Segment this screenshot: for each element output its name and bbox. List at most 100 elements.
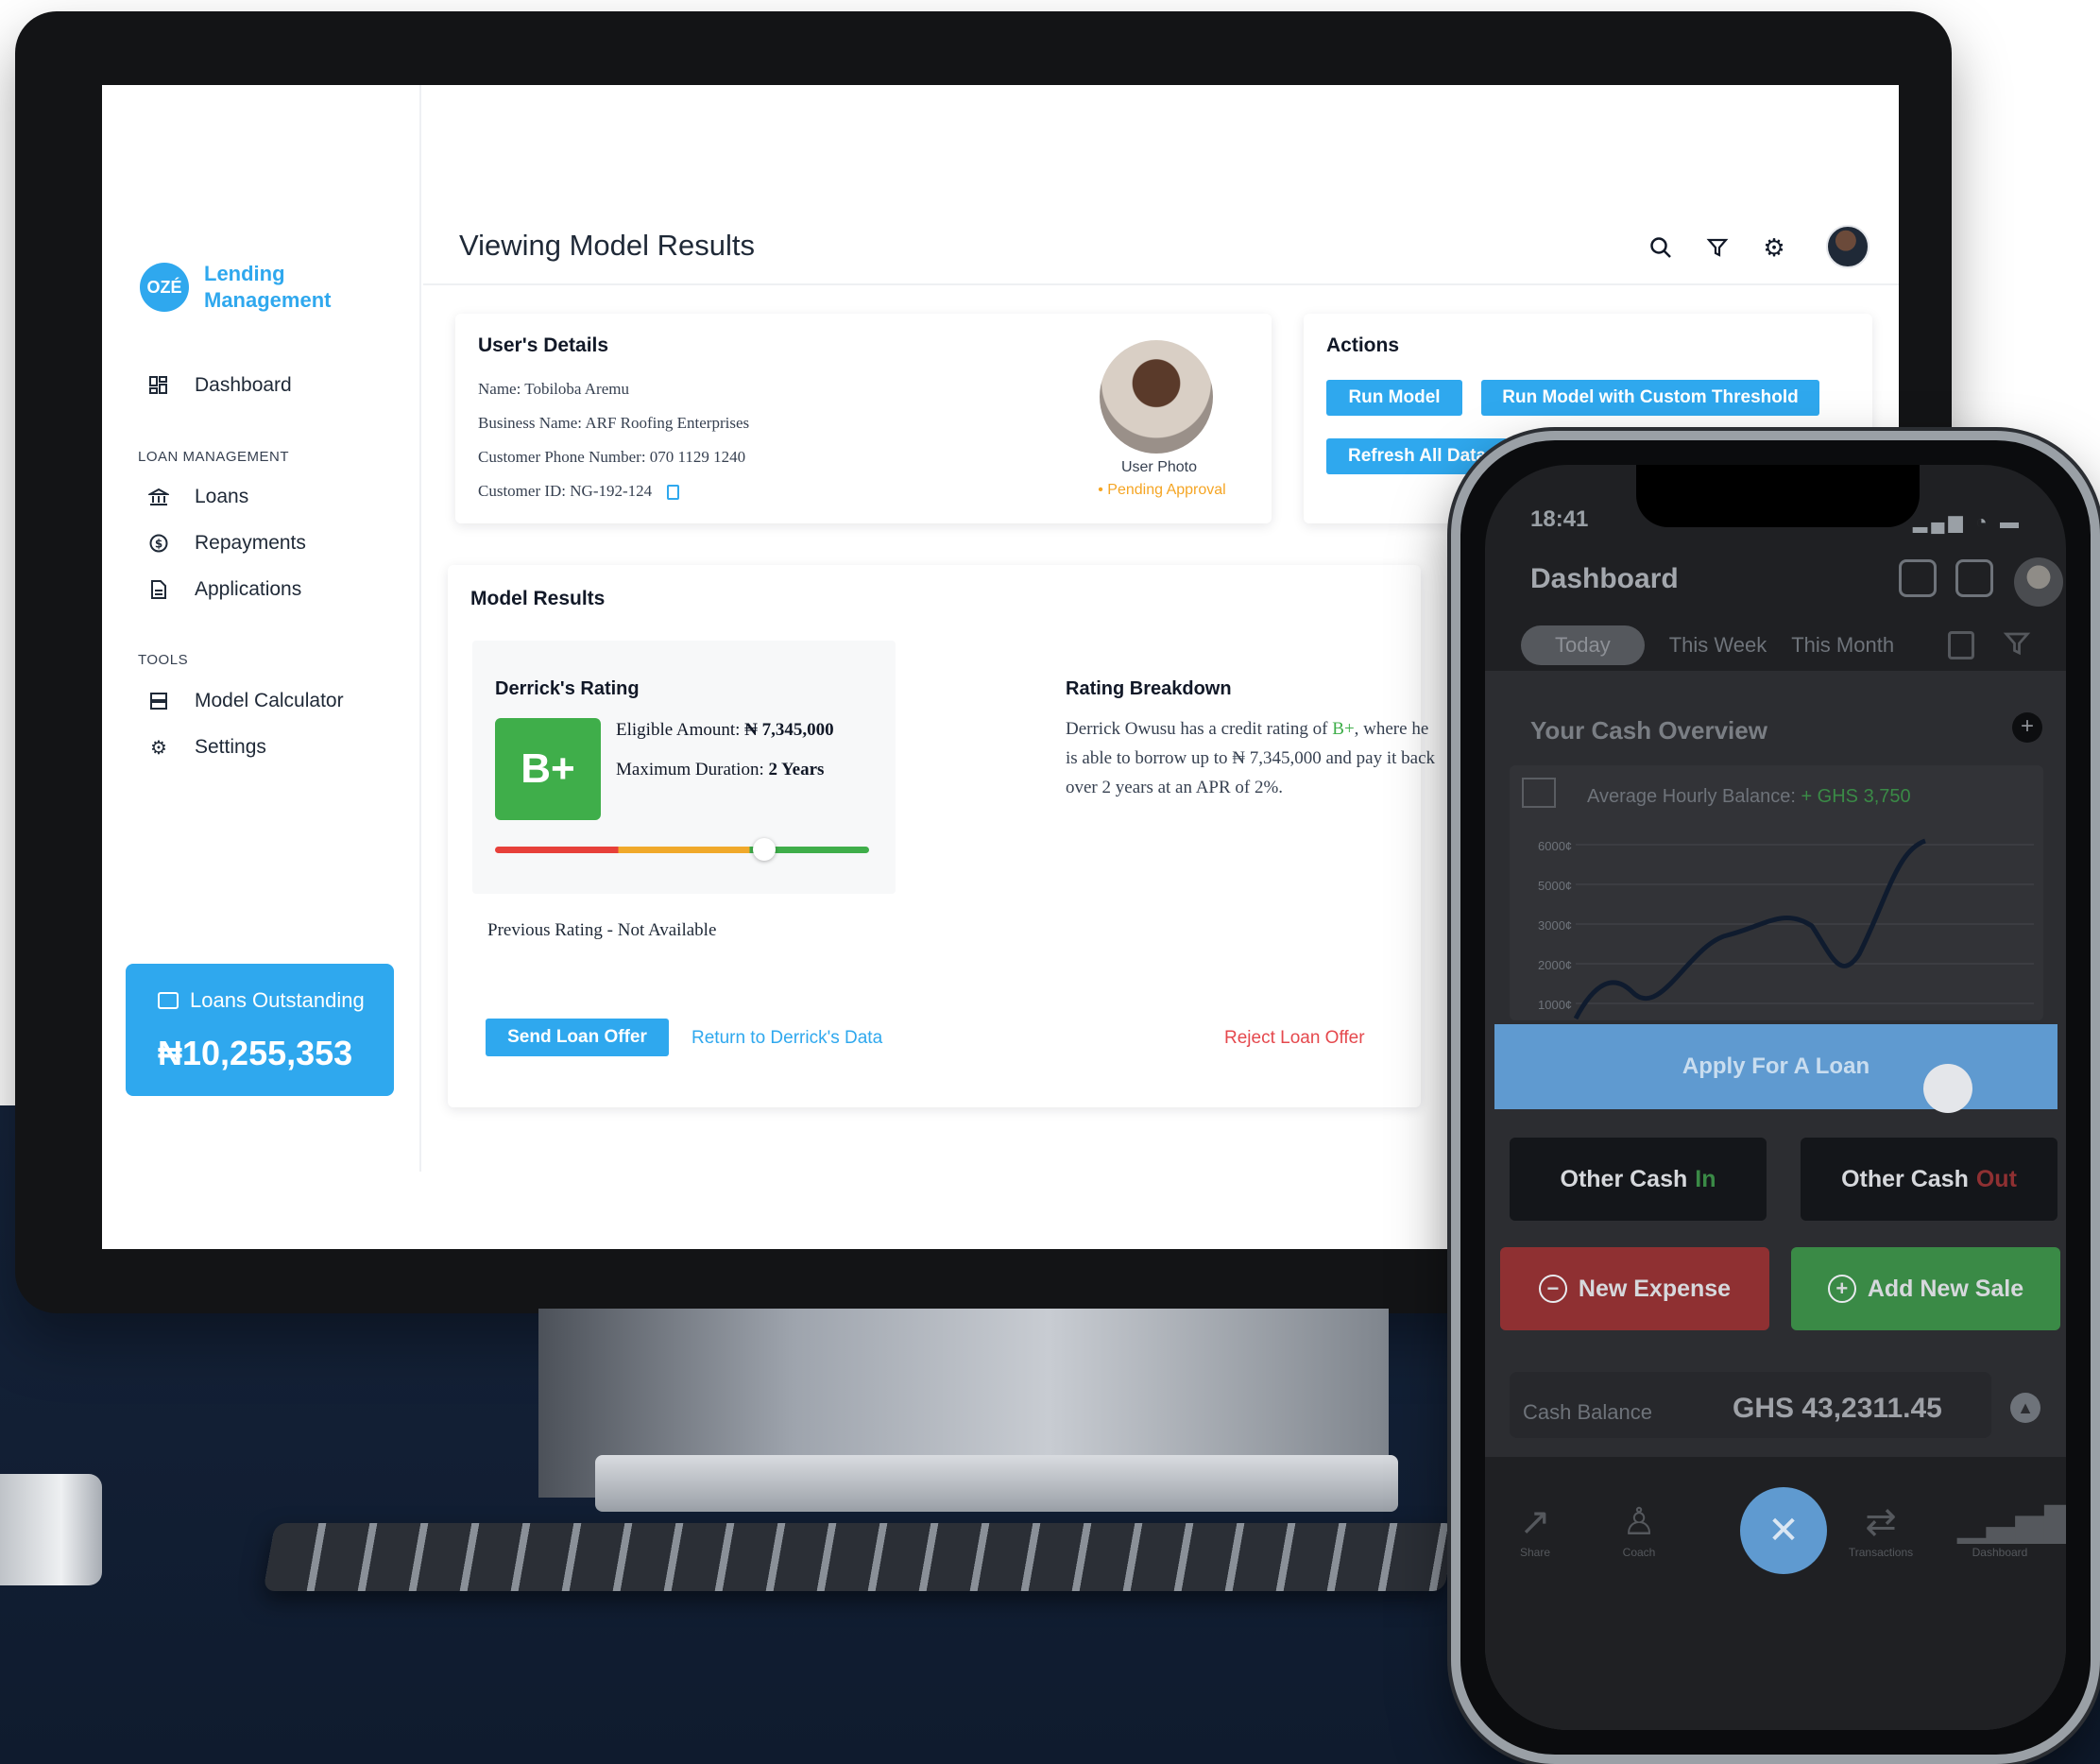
sidebar-item-label: Applications <box>195 578 302 600</box>
tab-today[interactable]: Today <box>1521 625 1645 665</box>
max-duration-value: 2 Years <box>768 760 825 779</box>
nav-transactions[interactable]: ⇄ Transactions <box>1838 1500 1923 1559</box>
sidebar: OZÉ Lending Management Dashboard LOAN MA… <box>102 85 421 1172</box>
phone-tabs: Today This Week This Month <box>1521 625 1919 665</box>
document-icon <box>147 578 170 601</box>
eligible-amount-label: Eligible Amount: <box>616 720 741 740</box>
bank-icon[interactable] <box>1899 559 1937 597</box>
bank-icon <box>147 486 170 508</box>
smartphone: 18:41 ▂▄▆ ◔ ▬ Dashboard Today This Week … <box>1451 431 2100 1764</box>
run-model-custom-threshold-button[interactable]: Run Model with Custom Threshold <box>1481 380 1819 416</box>
sidebar-item-settings[interactable]: ⚙ Settings <box>147 736 266 759</box>
send-loan-offer-button[interactable]: Send Loan Offer <box>486 1019 669 1056</box>
nav-dashboard[interactable]: ▁▃▅▇ Dashboard <box>1957 1500 2066 1559</box>
gear-icon: ⚙ <box>150 737 167 759</box>
bar-chart-icon: ▁▃▅▇ <box>1957 1501 2066 1543</box>
header-divider <box>423 283 1899 285</box>
chevron-up-icon[interactable]: ▲ <box>2010 1393 2040 1423</box>
avatar[interactable] <box>1826 225 1870 268</box>
sidebar-item-model-calculator[interactable]: Model Calculator <box>147 690 344 712</box>
brand[interactable]: OZÉ Lending Management <box>140 261 374 314</box>
user-photo-label: User Photo <box>1120 459 1198 475</box>
status-badge: • Pending Approval <box>1098 482 1226 498</box>
user-name: Name: Tobiloba Aremu <box>478 380 629 398</box>
section-label-loan-management: LOAN MANAGEMENT <box>138 449 290 465</box>
loans-outstanding-card[interactable]: Loans Outstanding ₦10,255,353 <box>126 964 394 1096</box>
apply-for-loan-button[interactable]: Apply For A Loan <box>1494 1024 2057 1109</box>
phone-page-title: Dashboard <box>1530 563 1679 594</box>
average-hourly-balance-value: + GHS 3,750 <box>1801 786 1911 807</box>
model-results-title: Model Results <box>470 588 606 609</box>
average-hourly-balance-label: Average Hourly Balance: <box>1587 786 1796 807</box>
section-label-tools: TOOLS <box>138 652 189 668</box>
calendar-icon[interactable] <box>1948 631 1974 659</box>
minus-circle-icon: − <box>1538 1275 1567 1303</box>
reject-loan-offer-link[interactable]: Reject Loan Offer <box>1224 1028 1365 1049</box>
coach-icon: ♙ <box>1622 1501 1656 1543</box>
tab-this-week[interactable]: This Week <box>1669 633 1767 658</box>
plus-circle-icon: + <box>1827 1275 1856 1303</box>
apply-slider-handle[interactable] <box>1923 1064 1972 1113</box>
speaker-puck <box>0 1474 102 1585</box>
monitor-stand-base <box>595 1455 1398 1512</box>
filter-icon[interactable] <box>1700 231 1734 265</box>
phone-time: 18:41 <box>1530 506 1589 532</box>
sidebar-item-loans[interactable]: Loans <box>147 486 248 508</box>
other-cash-in-button[interactable]: Other Cash In <box>1510 1138 1767 1221</box>
rating-breakdown-title: Rating Breakdown <box>1066 678 1232 699</box>
copy-icon[interactable] <box>667 485 680 501</box>
gear-icon[interactable]: ⚙ <box>1757 231 1791 265</box>
eligible-amount-value: ₦ 7,345,000 <box>744 720 834 740</box>
rating-panel: Derrick's Rating B+ Eligible Amount: ₦ 7… <box>472 641 896 894</box>
cash-overview-title: Your Cash Overview <box>1530 716 1767 745</box>
svg-text:$: $ <box>155 538 162 551</box>
sidebar-item-label: Loans <box>195 486 249 507</box>
model-results-card: Model Results Derrick's Rating B+ Eligib… <box>448 565 1435 1107</box>
sidebar-item-applications[interactable]: Applications <box>147 578 301 601</box>
close-icon[interactable]: ✕ <box>1740 1487 1827 1574</box>
add-new-sale-button[interactable]: + Add New Sale <box>1791 1247 2060 1330</box>
page-title: Viewing Model Results <box>459 229 756 262</box>
actions-title: Actions <box>1326 334 1400 356</box>
nav-label: Share <box>1519 1546 1551 1559</box>
sidebar-item-dashboard[interactable]: Dashboard <box>147 374 292 397</box>
other-cash-out-button[interactable]: Other Cash Out <box>1801 1138 2057 1221</box>
nav-coach[interactable]: ♙ Coach <box>1596 1500 1682 1559</box>
avatar[interactable] <box>2014 557 2063 607</box>
dollar-circle-icon: $ <box>147 532 170 555</box>
tab-this-month[interactable]: This Month <box>1791 633 1894 658</box>
y-tick: 5000¢ <box>1538 879 1573 893</box>
search-icon[interactable] <box>1644 231 1678 265</box>
user-business-name: Business Name: ARF Roofing Enterprises <box>478 414 750 432</box>
user-details-title: User's Details <box>478 334 609 356</box>
sidebar-item-label: Repayments <box>195 532 306 554</box>
nav-label: Dashboard <box>1972 1546 2028 1559</box>
report-icon[interactable] <box>1955 559 1993 597</box>
rating-title: Derrick's Rating <box>495 678 640 699</box>
new-expense-label: New Expense <box>1578 1275 1732 1302</box>
sidebar-item-repayments[interactable]: $ Repayments <box>147 532 306 555</box>
other-cash-out-suffix: Out <box>1975 1165 2017 1192</box>
user-customer-id: Customer ID: NG-192-124 <box>478 482 653 500</box>
max-duration-row: Maximum Duration: 2 Years <box>616 760 824 780</box>
new-expense-button[interactable]: − New Expense <box>1500 1247 1769 1330</box>
return-to-data-link[interactable]: Return to Derrick's Data <box>691 1028 882 1049</box>
sidebar-item-label: Dashboard <box>195 374 292 396</box>
sidebar-item-label: Model Calculator <box>195 690 344 711</box>
share-icon: ↗ <box>1519 1501 1551 1543</box>
phone-screen: 18:41 ▂▄▆ ◔ ▬ Dashboard Today This Week … <box>1485 465 2066 1730</box>
run-model-button[interactable]: Run Model <box>1326 380 1462 416</box>
rating-marker <box>753 838 777 861</box>
filter-icon[interactable] <box>2003 629 2031 662</box>
user-photo <box>1100 340 1213 454</box>
breakdown-grade: B+ <box>1332 719 1355 739</box>
nav-share[interactable]: ↗ Share <box>1493 1500 1578 1559</box>
other-cash-in-suffix: In <box>1695 1165 1716 1192</box>
y-tick: 6000¢ <box>1538 839 1573 853</box>
phone-notch <box>1636 465 1920 527</box>
grade-tile: B+ <box>495 718 601 820</box>
rating-breakdown-text: Derrick Owusu has a credit rating of B+,… <box>1066 714 1443 802</box>
other-cash-in-label: Other Cash <box>1560 1165 1688 1192</box>
transactions-icon: ⇄ <box>1865 1501 1897 1543</box>
add-icon[interactable]: + <box>2012 712 2042 743</box>
